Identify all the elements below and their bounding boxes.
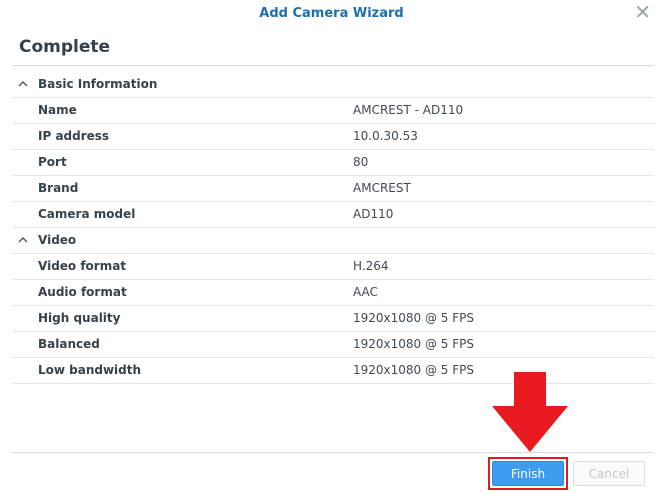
row-label: Video format bbox=[38, 259, 127, 273]
row-value: H.264 bbox=[353, 259, 389, 273]
cancel-button[interactable]: Cancel bbox=[573, 461, 645, 486]
row-label: Camera model bbox=[38, 207, 136, 221]
table-row: Audio format AAC bbox=[12, 280, 654, 306]
row-label: Low bandwidth bbox=[38, 363, 142, 377]
table-row: IP address 10.0.30.53 bbox=[12, 124, 654, 150]
dialog-titlebar: Add Camera Wizard ✕ bbox=[0, 0, 663, 27]
row-label: Port bbox=[38, 155, 67, 169]
red-arrow-annotation-icon bbox=[492, 372, 568, 452]
row-label: Brand bbox=[38, 181, 79, 195]
table-row: Name AMCREST - AD110 bbox=[12, 98, 654, 124]
table-row: Port 80 bbox=[12, 150, 654, 176]
dialog-title: Add Camera Wizard bbox=[259, 6, 404, 21]
row-value: AAC bbox=[353, 285, 378, 299]
table-row: Camera model AD110 bbox=[12, 202, 654, 228]
table-row: Brand AMCREST bbox=[12, 176, 654, 202]
row-label: Audio format bbox=[38, 285, 127, 299]
page-title: Complete bbox=[19, 37, 111, 57]
row-value: 1920x1080 @ 5 FPS bbox=[353, 311, 475, 325]
close-icon[interactable]: ✕ bbox=[634, 2, 651, 22]
row-label: Balanced bbox=[38, 337, 100, 351]
section-header-video[interactable]: Video bbox=[12, 228, 654, 254]
chevron-up-icon bbox=[18, 237, 28, 243]
row-label: IP address bbox=[38, 129, 110, 143]
table-row: Balanced 1920x1080 @ 5 FPS bbox=[12, 332, 654, 358]
table-row: High quality 1920x1080 @ 5 FPS bbox=[12, 306, 654, 332]
section-header-basic-information[interactable]: Basic Information bbox=[12, 72, 654, 98]
section-title: Basic Information bbox=[38, 77, 158, 91]
table-row: Video format H.264 bbox=[12, 254, 654, 280]
chevron-up-icon bbox=[18, 81, 28, 87]
finish-button[interactable]: Finish bbox=[492, 461, 564, 486]
row-value: 1920x1080 @ 5 FPS bbox=[353, 363, 475, 377]
row-value: 80 bbox=[353, 155, 369, 169]
row-value: AD110 bbox=[353, 207, 394, 221]
row-label: Name bbox=[38, 103, 77, 117]
divider bbox=[12, 65, 654, 66]
divider bbox=[12, 452, 654, 453]
row-value: AMCREST bbox=[353, 181, 411, 195]
row-value: 10.0.30.53 bbox=[353, 129, 418, 143]
row-value: AMCREST - AD110 bbox=[353, 103, 464, 117]
row-value: 1920x1080 @ 5 FPS bbox=[353, 337, 475, 351]
row-label: High quality bbox=[38, 311, 121, 325]
section-title: Video bbox=[38, 233, 77, 247]
summary-table: Basic Information Name AMCREST - AD110 I… bbox=[12, 72, 654, 384]
